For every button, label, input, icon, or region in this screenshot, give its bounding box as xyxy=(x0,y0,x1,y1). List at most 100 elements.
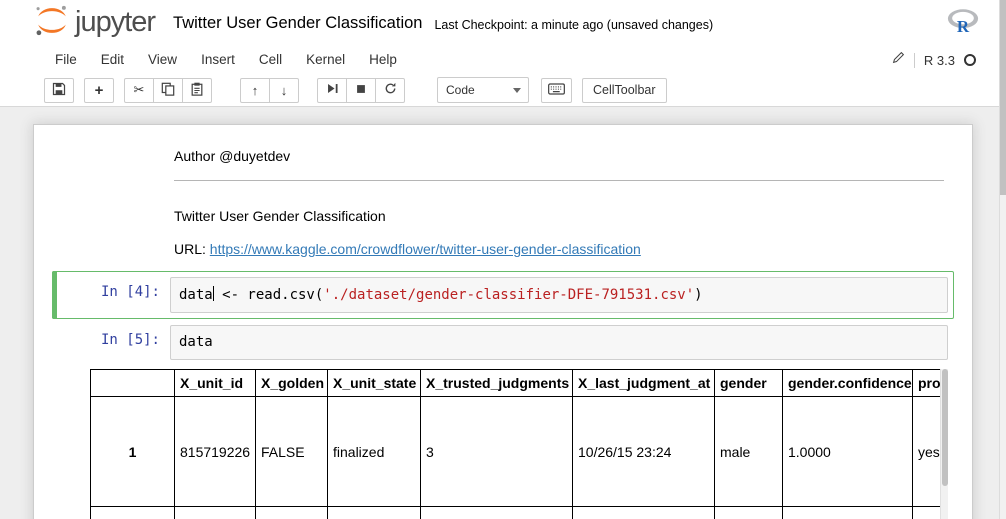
markdown-prompt xyxy=(58,203,170,265)
column-header: X_last_judgment_at xyxy=(573,370,715,397)
markdown-cell-author[interactable]: Author @duyetdev xyxy=(52,137,954,197)
code-token-plain: ) xyxy=(694,287,702,303)
table-row xyxy=(91,507,949,519)
cell-type-value: Code xyxy=(446,83,475,97)
markdown-cell-intro[interactable]: Twitter User Gender Classification URL: … xyxy=(52,197,954,271)
edit-mode-pencil-icon xyxy=(892,51,905,69)
menu-bar: File Edit View Insert Cell Kernel Help R… xyxy=(0,46,1006,74)
table-cell xyxy=(256,507,328,519)
intro-title: Twitter User Gender Classification xyxy=(174,207,944,226)
notebook-area: Author @duyetdev Twitter User Gender Cla… xyxy=(0,107,1006,519)
jupyter-logo[interactable]: jupyter xyxy=(34,4,155,42)
run-cell-button[interactable] xyxy=(317,78,347,103)
notebook-title[interactable]: Twitter User Gender Classification xyxy=(173,14,422,33)
table-cell xyxy=(421,507,573,519)
paste-cell-button[interactable] xyxy=(182,78,212,103)
notebook-container: Author @duyetdev Twitter User Gender Cla… xyxy=(33,124,973,519)
move-cell-down-button[interactable]: ↓ xyxy=(269,78,299,103)
top-header: jupyter Twitter User Gender Classificati… xyxy=(0,0,1006,107)
table-cell: 10/26/15 23:24 xyxy=(573,397,715,507)
menu-file[interactable]: File xyxy=(43,46,89,74)
markdown-divider xyxy=(174,180,944,181)
url-label: URL: xyxy=(174,241,210,257)
kaggle-dataset-link[interactable]: https://www.kaggle.com/crowdflower/twitt… xyxy=(210,241,641,257)
table-cell xyxy=(175,507,256,519)
table-header-row: X_unit_id X_golden X_unit_state X_truste… xyxy=(91,370,949,397)
menu-edit[interactable]: Edit xyxy=(89,46,136,74)
page-scrollbar-thumb[interactable] xyxy=(1000,0,1006,195)
column-header xyxy=(91,370,175,397)
input-prompt: In [5]: xyxy=(58,325,170,360)
row-index xyxy=(91,507,175,519)
markdown-prompt xyxy=(58,143,170,191)
menu-divider xyxy=(914,53,915,68)
add-cell-button[interactable]: + xyxy=(84,78,114,103)
menu-kernel[interactable]: Kernel xyxy=(294,46,357,74)
row-index: 1 xyxy=(91,397,175,507)
save-button[interactable] xyxy=(44,78,74,103)
code-input-5[interactable]: data xyxy=(170,325,948,360)
column-header: X_trusted_judgments xyxy=(421,370,573,397)
kernel-name-label: R 3.3 xyxy=(924,53,955,68)
output-area[interactable]: X_unit_id X_golden X_unit_state X_truste… xyxy=(90,369,948,519)
table-cell xyxy=(573,507,715,519)
table-cell: finalized xyxy=(328,397,421,507)
cut-cell-button[interactable]: ✂ xyxy=(124,78,154,103)
interrupt-kernel-button[interactable] xyxy=(346,78,376,103)
save-icon xyxy=(52,82,66,99)
menu-insert[interactable]: Insert xyxy=(189,46,247,74)
column-header: X_unit_state xyxy=(328,370,421,397)
column-header: X_unit_id xyxy=(175,370,256,397)
celltoolbar-button[interactable]: CellToolbar xyxy=(582,78,667,103)
column-header: gender.confidence xyxy=(783,370,913,397)
move-cell-up-button[interactable]: ↑ xyxy=(240,78,270,103)
code-token-plain: <- read.csv( xyxy=(214,287,324,303)
menu-view[interactable]: View xyxy=(136,46,189,74)
code-cell-5[interactable]: In [5]: data X_unit_id X_golden X_unit_s… xyxy=(52,319,954,519)
chevron-down-icon xyxy=(513,88,521,93)
menu-help[interactable]: Help xyxy=(357,46,409,74)
copy-cell-button[interactable] xyxy=(153,78,183,103)
cell-type-dropdown[interactable]: Code xyxy=(437,77,529,103)
code-input-4[interactable]: data <- read.csv('./dataset/gender-class… xyxy=(170,277,948,313)
table-cell: 3 xyxy=(421,397,573,507)
output-scrollbar-thumb[interactable] xyxy=(942,369,948,486)
menu-cell[interactable]: Cell xyxy=(247,46,294,74)
run-icon xyxy=(326,82,339,98)
code-token-variable: data xyxy=(179,334,213,350)
svg-text:R: R xyxy=(957,16,970,33)
table-row: 1 815719226 FALSE finalized 3 10/26/15 2… xyxy=(91,397,949,507)
plus-icon: + xyxy=(95,82,104,99)
toolbar: + ✂ ↑ ↓ xyxy=(0,74,1006,107)
table-cell xyxy=(783,507,913,519)
kernel-status-icon xyxy=(964,54,976,66)
table-cell: FALSE xyxy=(256,397,328,507)
command-palette-button[interactable] xyxy=(541,78,572,103)
table-cell: male xyxy=(715,397,783,507)
jupyter-logo-text: jupyter xyxy=(75,6,155,39)
checkpoint-status: Last Checkpoint: a minute ago (unsaved c… xyxy=(434,18,713,32)
table-cell: 1.0000 xyxy=(783,397,913,507)
r-kernel-logo-icon: R xyxy=(947,8,979,39)
page-scrollbar[interactable] xyxy=(999,0,1006,519)
scissors-icon: ✂ xyxy=(134,82,145,98)
code-token-string: './dataset/gender-classifier-DFE-791531.… xyxy=(323,287,694,303)
table-cell: 815719226 xyxy=(175,397,256,507)
code-cell-4[interactable]: In [4]: data <- read.csv('./dataset/gend… xyxy=(52,271,954,319)
dataframe-output-table: X_unit_id X_golden X_unit_state X_truste… xyxy=(90,369,948,519)
column-header: X_golden xyxy=(256,370,328,397)
code-token-variable: data xyxy=(179,287,213,303)
table-cell xyxy=(715,507,783,519)
copy-icon xyxy=(161,82,175,99)
column-header: gender xyxy=(715,370,783,397)
table-cell xyxy=(328,507,421,519)
restart-icon xyxy=(384,82,397,98)
paste-icon xyxy=(190,82,204,99)
arrow-down-icon: ↓ xyxy=(281,83,288,98)
output-scrollbar[interactable] xyxy=(940,369,948,519)
keyboard-icon xyxy=(548,83,565,98)
arrow-up-icon: ↑ xyxy=(252,83,259,98)
restart-kernel-button[interactable] xyxy=(375,78,405,103)
author-text: Author @duyetdev xyxy=(174,147,944,166)
input-prompt: In [4]: xyxy=(58,277,170,313)
